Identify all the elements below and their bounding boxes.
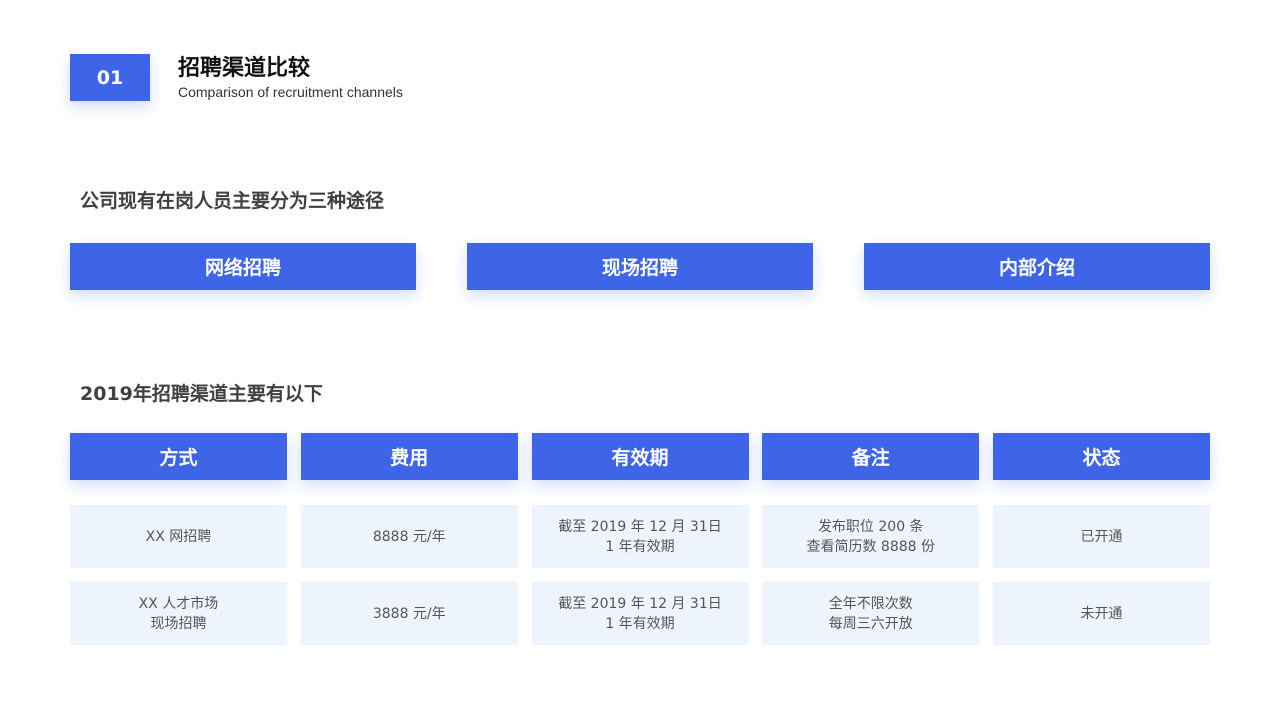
cell-line: 未开通 bbox=[1080, 605, 1123, 622]
cell-line: 8888 元/年 bbox=[372, 528, 446, 545]
table-row: XX 网招聘 8888 元/年 截至 2019 年 12 月 31日 1 年有效… bbox=[70, 505, 1210, 568]
cell-line: 3888 元/年 bbox=[372, 605, 446, 622]
page-subtitle: Comparison of recruitment channels bbox=[178, 84, 403, 100]
cell-line: 截至 2019 年 12 月 31日 bbox=[558, 595, 722, 612]
cell-line: 1 年有效期 bbox=[605, 538, 675, 555]
table-heading: 2019年招聘渠道主要有以下 bbox=[80, 383, 323, 405]
cell-line: 截至 2019 年 12 月 31日 bbox=[558, 518, 722, 535]
cell-validity: 截至 2019 年 12 月 31日 1 年有效期 bbox=[531, 582, 749, 645]
column-header-method: 方式 bbox=[70, 433, 287, 480]
cell-cost: 8888 元/年 bbox=[300, 505, 518, 568]
channels-heading: 公司现有在岗人员主要分为三种途径 bbox=[80, 190, 385, 212]
section-number: 01 bbox=[96, 66, 124, 89]
cell-line: 1 年有效期 bbox=[605, 615, 675, 632]
cell-method: XX 人才市场 现场招聘 bbox=[70, 582, 287, 645]
column-header-status: 状态 bbox=[993, 433, 1210, 480]
channel-list: 网络招聘 现场招聘 内部介绍 bbox=[70, 243, 1210, 290]
column-header-validity: 有效期 bbox=[531, 433, 749, 480]
channel-referral: 内部介绍 bbox=[864, 243, 1210, 290]
cell-line: 已开通 bbox=[1080, 528, 1123, 545]
channel-label: 内部介绍 bbox=[998, 257, 1075, 279]
column-header-notes: 备注 bbox=[762, 433, 980, 480]
cell-status: 未开通 bbox=[993, 582, 1210, 645]
cell-line: XX 网招聘 bbox=[145, 528, 212, 545]
cell-validity: 截至 2019 年 12 月 31日 1 年有效期 bbox=[531, 505, 749, 568]
cell-method: XX 网招聘 bbox=[70, 505, 287, 568]
channel-label: 现场招聘 bbox=[601, 257, 678, 279]
cell-line: 现场招聘 bbox=[150, 615, 207, 632]
cell-status: 已开通 bbox=[993, 505, 1210, 568]
table-row: XX 人才市场 现场招聘 3888 元/年 截至 2019 年 12 月 31日… bbox=[70, 582, 1210, 645]
cell-notes: 发布职位 200 条 查看简历数 8888 份 bbox=[762, 505, 980, 568]
cell-notes: 全年不限次数 每周三六开放 bbox=[762, 582, 980, 645]
cell-cost: 3888 元/年 bbox=[300, 582, 518, 645]
channel-table: 方式 费用 有效期 备注 状态 XX 网招聘 8888 元/年 截至 2019 … bbox=[70, 433, 1210, 645]
channel-online: 网络招聘 bbox=[70, 243, 416, 290]
cell-line: 查看简历数 8888 份 bbox=[806, 538, 936, 555]
cell-line: 全年不限次数 bbox=[828, 595, 913, 612]
cell-line: XX 人才市场 bbox=[138, 595, 219, 612]
table-header-row: 方式 费用 有效期 备注 状态 bbox=[70, 433, 1210, 480]
page-title: 招聘渠道比较 bbox=[178, 56, 311, 81]
channel-label: 网络招聘 bbox=[204, 257, 281, 279]
cell-line: 每周三六开放 bbox=[828, 615, 913, 632]
cell-line: 发布职位 200 条 bbox=[817, 518, 924, 535]
channel-onsite: 现场招聘 bbox=[467, 243, 813, 290]
column-header-cost: 费用 bbox=[300, 433, 518, 480]
section-number-badge: 01 bbox=[70, 54, 150, 101]
